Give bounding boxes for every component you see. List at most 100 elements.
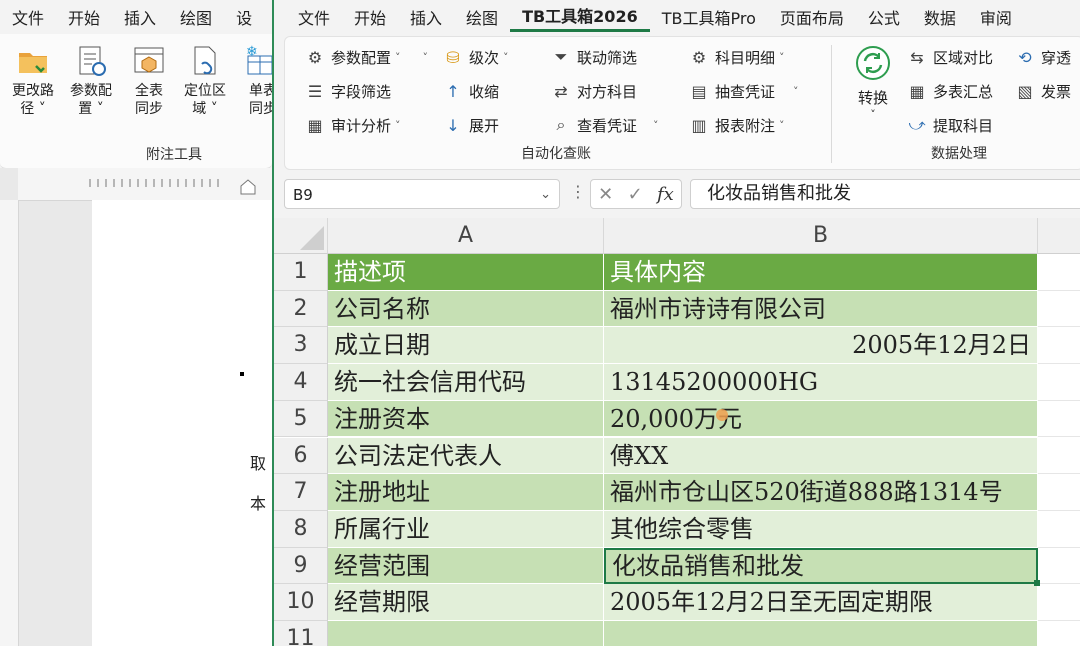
view-voucher-button[interactable]: ⌕ 查看凭证 ˅ — [551, 113, 659, 137]
linked-filter-button[interactable]: ⏷ 联动筛选 — [551, 45, 637, 69]
locate-area-button[interactable]: 定位区 域 ˅ — [184, 44, 226, 118]
cell-c[interactable] — [1038, 584, 1080, 621]
tab-review[interactable]: 审阅 — [968, 5, 1024, 29]
tab-tb-toolbox-2026[interactable]: TB工具箱2026 — [510, 3, 650, 32]
cell-a[interactable]: 所属行业 — [328, 510, 604, 548]
fill-handle[interactable] — [1034, 580, 1040, 587]
cell-b[interactable]: 福州市仓山区520街道888路1314号 — [604, 474, 1038, 511]
more-options-icon[interactable]: ⋮ — [570, 182, 586, 201]
tab-page-layout[interactable]: 页面布局 — [768, 5, 856, 29]
group-label-auto-audit: 自动化查账 — [521, 146, 591, 162]
cell-a[interactable]: 描述项 — [328, 254, 604, 291]
button-label: 抽查凭证 — [715, 82, 776, 101]
single-table-sync-button[interactable]: ❄ 单表 同步 — [246, 44, 272, 118]
formula-input[interactable]: 化妆品销售和批发 — [690, 179, 1080, 209]
cell-b[interactable]: 福州市诗诗有限公司 — [604, 290, 1038, 328]
tab-insert[interactable]: 插入 — [398, 5, 454, 29]
cell-a[interactable]: 统一社会信用代码 — [328, 364, 604, 401]
cell-c[interactable] — [1038, 291, 1080, 328]
tab-file[interactable]: 文件 — [286, 5, 342, 29]
cell-b-selected[interactable]: 化妆品销售和批发 — [604, 547, 1038, 585]
cell-b[interactable]: 其他综合零售 — [604, 510, 1038, 548]
range-compare-button[interactable]: ⇆ 区域对比 — [907, 45, 993, 69]
cell-a[interactable]: 公司名称 — [328, 290, 604, 328]
cell-a[interactable]: 注册地址 — [328, 474, 604, 511]
drill-through-button[interactable]: ⟲ 穿透 — [1015, 45, 1071, 69]
tab-data[interactable]: 数据 — [912, 5, 968, 29]
cell-b[interactable] — [604, 621, 1038, 646]
tab-tb-toolbox-pro[interactable]: TB工具箱Pro — [650, 5, 768, 29]
cell-a[interactable]: 公司法定代表人 — [328, 437, 604, 475]
word-tab-file[interactable]: 文件 — [0, 5, 56, 29]
row-header[interactable]: 1 — [274, 254, 328, 291]
expand-button[interactable]: ↓ 展开 — [443, 113, 499, 137]
tab-home[interactable]: 开始 — [342, 5, 398, 29]
cell-c[interactable] — [1038, 364, 1080, 401]
button-label: 全表 — [135, 83, 163, 99]
invoice-button[interactable]: ▧ 发票 — [1015, 79, 1071, 103]
change-path-button[interactable]: 更改路 径 ˅ — [12, 44, 54, 118]
cell-c[interactable] — [1038, 548, 1080, 585]
cell-c[interactable] — [1038, 511, 1080, 548]
audit-analysis-button[interactable]: ▦ 审计分析 ˅ — [305, 113, 400, 137]
row-header[interactable]: 2 — [274, 290, 328, 328]
full-table-sync-button[interactable]: 全表 同步 — [132, 44, 166, 118]
word-tab-home[interactable]: 开始 — [56, 5, 112, 29]
column-header-c[interactable] — [1038, 218, 1080, 254]
cell-b[interactable]: 具体内容 — [604, 254, 1038, 291]
report-notes-button[interactable]: ▥ 报表附注 ˅ — [689, 113, 784, 137]
row-header[interactable]: 5 — [274, 400, 328, 438]
row-header[interactable]: 6 — [274, 437, 328, 475]
cell-a[interactable]: 成立日期 — [328, 327, 604, 365]
name-box[interactable]: B9 ⌄ — [284, 179, 560, 209]
row-header[interactable]: 3 — [274, 327, 328, 365]
extract-account-button[interactable]: ⤻ 提取科目 — [907, 113, 993, 137]
counter-account-button[interactable]: ⇄ 对方科目 — [551, 79, 637, 103]
row-header[interactable]: 11 — [274, 621, 328, 646]
cell-c[interactable] — [1038, 327, 1080, 365]
word-tab-insert[interactable]: 插入 — [112, 5, 168, 29]
sample-voucher-button[interactable]: ▤ 抽查凭证 ˅ — [689, 79, 798, 103]
row-header[interactable]: 8 — [274, 510, 328, 548]
cell-c[interactable] — [1038, 474, 1080, 511]
tab-draw[interactable]: 绘图 — [454, 5, 510, 29]
formula-text: 化妆品销售和批发 — [707, 183, 851, 204]
cell-c[interactable] — [1038, 254, 1080, 291]
confirm-icon[interactable]: ✓ — [628, 184, 643, 205]
chevron-down-icon[interactable]: ⌄ — [540, 180, 551, 210]
cell-a[interactable]: 经营期限 — [328, 584, 604, 621]
cell-c[interactable] — [1038, 438, 1080, 475]
select-all-corner[interactable] — [274, 218, 328, 254]
row-header[interactable]: 10 — [274, 584, 328, 621]
row-header[interactable]: 7 — [274, 474, 328, 511]
convert-button[interactable]: 转换 ˅ — [843, 45, 903, 121]
multi-sheet-summary-button[interactable]: ▦ 多表汇总 — [907, 79, 993, 103]
cell-b[interactable]: 傅XX — [604, 437, 1038, 475]
word-tab-draw[interactable]: 绘图 — [168, 5, 224, 29]
collapse-button[interactable]: ↑ 收缩 — [443, 79, 499, 103]
button-label: 定位区 — [184, 83, 226, 99]
cell-a[interactable] — [328, 621, 604, 646]
cell-c[interactable] — [1038, 401, 1080, 438]
cell-b[interactable]: 2005年12月2日 — [604, 327, 1038, 365]
field-filter-button[interactable]: ☰ 字段筛选 — [305, 79, 391, 103]
tab-formulas[interactable]: 公式 — [856, 5, 912, 29]
column-header-a[interactable]: A — [328, 218, 604, 254]
cell-b[interactable]: 13145200000HG — [604, 364, 1038, 401]
cell-b[interactable]: 2005年12月2日至无固定期限 — [604, 584, 1038, 621]
param-config-button[interactable]: 参数配 置 ˅ — [70, 44, 112, 118]
insert-function-icon[interactable]: fx — [657, 184, 674, 205]
column-header-b[interactable]: B — [604, 218, 1038, 254]
level-button[interactable]: ⛁ 级次 ˅ — [443, 45, 508, 69]
row-header[interactable]: 4 — [274, 364, 328, 401]
row-header[interactable]: 9 — [274, 547, 328, 585]
param-config-button[interactable]: ⚙ 参数配置 ˅ ˅ — [305, 45, 428, 69]
account-detail-button[interactable]: ⚙ 科目明细 ˅ — [689, 45, 785, 69]
cancel-icon[interactable]: ✕ — [598, 184, 613, 205]
word-tab-design[interactable]: 设 — [224, 5, 264, 29]
cell-b[interactable]: 20,000万元 — [604, 400, 1038, 438]
cell-c[interactable] — [1038, 621, 1080, 646]
cell-a[interactable]: 注册资本 — [328, 400, 604, 438]
cell-a[interactable]: 经营范围 — [328, 547, 604, 585]
document-page[interactable]: 取 本 — [92, 200, 272, 646]
